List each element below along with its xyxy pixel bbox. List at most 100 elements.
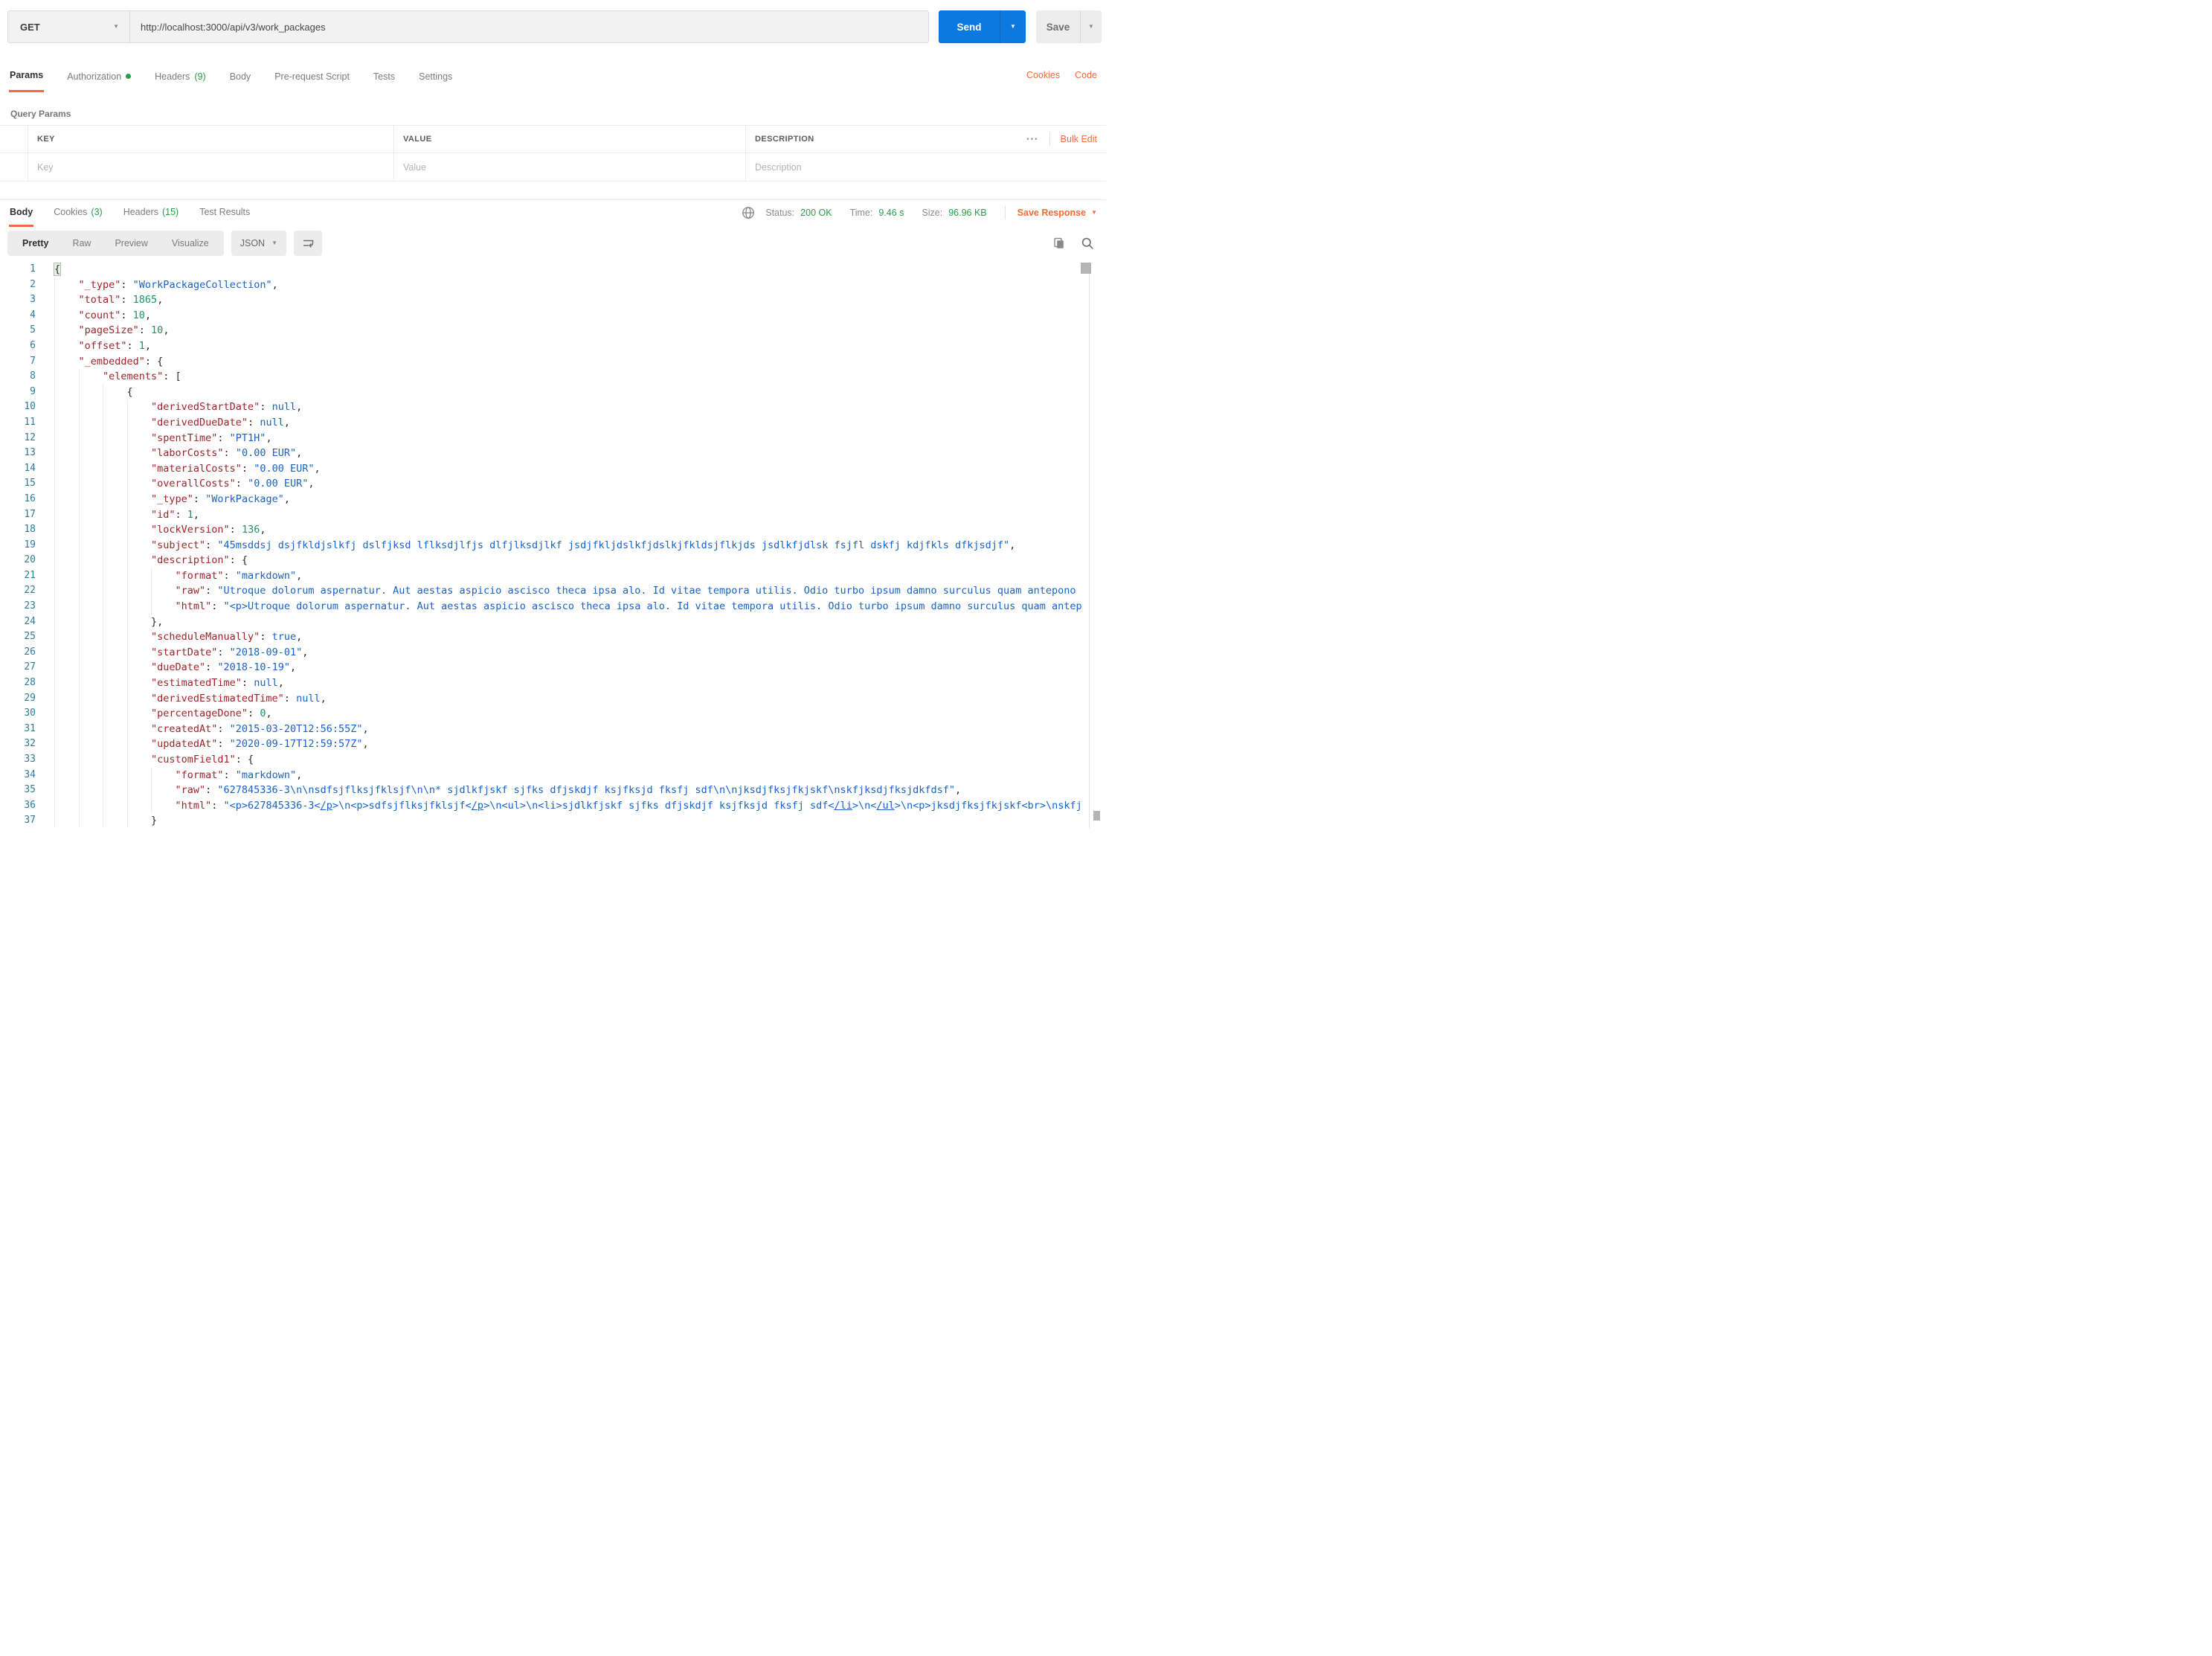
time-value: 9.46 s: [878, 208, 904, 218]
tab-headers[interactable]: Headers (9): [154, 64, 207, 92]
send-options-button[interactable]: ▼: [1000, 10, 1026, 43]
mode-preview[interactable]: Preview: [103, 231, 159, 256]
bulk-edit-link[interactable]: Bulk Edit: [1061, 134, 1097, 144]
line-number: 31: [24, 722, 36, 734]
format-label: JSON: [239, 238, 266, 248]
copy-icon[interactable]: [1052, 237, 1066, 250]
search-icon[interactable]: [1081, 237, 1094, 250]
line-number: 11: [24, 416, 36, 428]
status-label: Status:: [765, 208, 795, 218]
method-select[interactable]: GET ▼: [8, 11, 130, 42]
tab-authorization[interactable]: Authorization: [66, 64, 132, 92]
line-number: 3: [30, 294, 36, 306]
code-line: 1{: [0, 262, 1106, 277]
params-actions: ••• Bulk Edit: [1026, 132, 1097, 146]
response-status-bar: Status: 200 OK Time: 9.46 s Size: 96.96 …: [742, 200, 1106, 219]
response-tab-test-results[interactable]: Test Results: [199, 200, 251, 227]
response-tab-body[interactable]: Body: [9, 200, 34, 227]
description-header-label: DESCRIPTION: [755, 135, 814, 144]
tab-params[interactable]: Params: [9, 64, 45, 92]
key-input[interactable]: [37, 153, 393, 181]
code-line: 34 "format": "markdown",: [0, 767, 1106, 783]
code-line: 37}: [0, 813, 1106, 828]
code-line: 15 "overallCosts": "0.00 EUR",: [0, 476, 1106, 492]
code-line: 17 "id": 1,: [0, 507, 1106, 523]
line-number: 9: [30, 385, 36, 397]
code-line: 19 "subject": "45msddsj dsjfkldjslkfj dsl…: [0, 537, 1106, 553]
format-dropdown[interactable]: JSON ▼: [231, 231, 286, 256]
code-line: 29 "derivedEstimatedTime": null,: [0, 690, 1106, 707]
code-editor[interactable]: 1{2 "_type": "WorkPackageCollection", 3 "to…: [0, 262, 1106, 828]
code-line: 35 "raw": "627845336-3\n\nsdfsjflksjfklsj…: [0, 783, 1106, 798]
save-response-button[interactable]: Save Response ▼: [1017, 208, 1097, 218]
response-tab-headers[interactable]: Headers (15): [123, 200, 179, 227]
request-url-bar: GET ▼ http://localhost:3000/api/v3/work_…: [7, 10, 1102, 43]
tab-tests[interactable]: Tests: [373, 64, 396, 92]
code-link[interactable]: Code: [1075, 70, 1097, 80]
headers-count-badge: (9): [194, 71, 206, 82]
save-options-button[interactable]: ▼: [1080, 10, 1102, 43]
chevron-down-icon: ▼: [271, 240, 277, 246]
query-params-title: Query Params: [10, 109, 71, 119]
save-split-button: Save ▼: [1036, 10, 1102, 43]
code-line: 31 "createdAt": "2015-03-20T12:56:55Z",: [0, 721, 1106, 737]
code-line: 2 "_type": "WorkPackageCollection",: [0, 277, 1106, 293]
response-tab-cookies[interactable]: Cookies (3): [53, 200, 103, 227]
key-column-header: KEY: [28, 126, 394, 153]
send-button[interactable]: Send: [939, 10, 1000, 43]
value-input[interactable]: [403, 153, 745, 181]
tab-pre-request-script[interactable]: Pre-request Script: [274, 64, 350, 92]
code-line: 28 "estimatedTime": null,: [0, 675, 1106, 691]
line-number: 33: [24, 754, 36, 765]
line-number: 15: [24, 478, 36, 490]
method-label: GET: [20, 21, 40, 33]
inner-scrollbar-thumb[interactable]: [1093, 811, 1100, 821]
row-handle-cell: [0, 153, 28, 181]
divider: [1004, 206, 1006, 219]
code-line: 16 "_type": "WorkPackage",: [0, 491, 1106, 507]
line-number: 32: [24, 738, 36, 750]
tab-authorization-label: Authorization: [67, 71, 122, 82]
chevron-down-icon: ▼: [1088, 23, 1094, 30]
mode-pretty[interactable]: Pretty: [10, 231, 60, 256]
tab-body[interactable]: Body: [229, 64, 252, 92]
request-tabs: Params Authorization Headers (9) Body Pr…: [9, 64, 453, 92]
code-line: 9{: [0, 384, 1106, 400]
request-tabs-row: Params Authorization Headers (9) Body Pr…: [9, 64, 1097, 97]
save-response-label: Save Response: [1017, 208, 1087, 218]
vertical-scrollbar-thumb[interactable]: [1081, 263, 1091, 274]
response-body-label: Body: [10, 207, 33, 217]
size-value: 96.96 KB: [948, 208, 987, 218]
url-input[interactable]: http://localhost:3000/api/v3/work_packag…: [130, 11, 928, 42]
save-button[interactable]: Save: [1036, 10, 1080, 43]
code-line: 21 "format": "markdown",: [0, 568, 1106, 584]
cookies-link[interactable]: Cookies: [1026, 70, 1060, 80]
code-line: 25 "scheduleManually": true,: [0, 629, 1106, 645]
network-globe-icon[interactable]: [742, 206, 755, 219]
query-params-table: KEY VALUE DESCRIPTION ••• Bulk Edit: [0, 125, 1106, 182]
more-options-icon[interactable]: •••: [1026, 135, 1039, 144]
line-number: 20: [24, 554, 36, 566]
line-number: 13: [24, 447, 36, 459]
response-toolbar: Pretty Raw Preview Visualize JSON ▼: [7, 231, 1094, 256]
authorization-status-dot: [126, 74, 132, 79]
code-line: 6 "offset": 1,: [0, 338, 1106, 354]
code-line: 26 "startDate": "2018-09-01",: [0, 644, 1106, 661]
value-column-header: VALUE: [394, 126, 746, 153]
line-number: 23: [24, 600, 36, 612]
line-number: 6: [30, 339, 36, 351]
description-input[interactable]: [755, 153, 1097, 181]
line-number: 10: [24, 401, 36, 413]
line-number: 24: [24, 615, 36, 627]
mode-visualize[interactable]: Visualize: [160, 231, 221, 256]
line-number: 27: [24, 661, 36, 673]
code-line: 12 "spentTime": "PT1H",: [0, 430, 1106, 446]
line-number: 25: [24, 631, 36, 643]
tab-settings[interactable]: Settings: [418, 64, 453, 92]
line-number: 21: [24, 569, 36, 581]
line-number: 2: [30, 278, 36, 290]
code-line: 20 "description": {: [0, 553, 1106, 568]
mode-raw[interactable]: Raw: [60, 231, 103, 256]
wrap-text-button[interactable]: [294, 231, 322, 256]
line-number: 28: [24, 677, 36, 689]
